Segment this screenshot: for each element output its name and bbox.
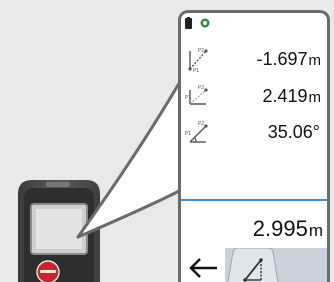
svg-text:P2: P2: [198, 121, 204, 127]
measurement-row-2: P2 P1 2.419m: [181, 82, 327, 112]
measurement-value-3: 35.06°: [267, 122, 320, 142]
function-bar: [181, 248, 327, 282]
inclination-angle-icon: P2 P1: [185, 121, 208, 143]
result-divider: [181, 199, 327, 201]
svg-text:P1: P1: [193, 68, 199, 73]
measurement-row-1: P2 P1 -1.697m: [181, 45, 327, 75]
display-screen: P2 P1 -1.697m P2 P1 2.419m P2 P1 35.06° …: [178, 10, 330, 282]
measurement-row-3: P2 P1 35.06°: [181, 118, 327, 148]
measurement-value-2: 2.419m: [262, 86, 321, 106]
horizontal-distance-icon: P2 P1: [185, 85, 208, 105]
svg-text:P2: P2: [198, 85, 204, 91]
status-bar: [183, 16, 243, 30]
pythagoras-tool-tab[interactable]: [225, 248, 281, 282]
svg-text:P1: P1: [185, 95, 191, 101]
status-indicator-icon: [200, 18, 210, 28]
measurement-value-1: -1.697m: [256, 49, 321, 69]
battery-icon: [185, 17, 192, 29]
callout-bubble: [76, 78, 183, 239]
main-result: 2.995m: [252, 216, 323, 241]
back-arrow-icon[interactable]: [181, 248, 225, 282]
svg-text:P2: P2: [198, 48, 204, 54]
slope-distance-icon: P2 P1: [188, 48, 208, 73]
svg-text:P1: P1: [185, 131, 191, 137]
